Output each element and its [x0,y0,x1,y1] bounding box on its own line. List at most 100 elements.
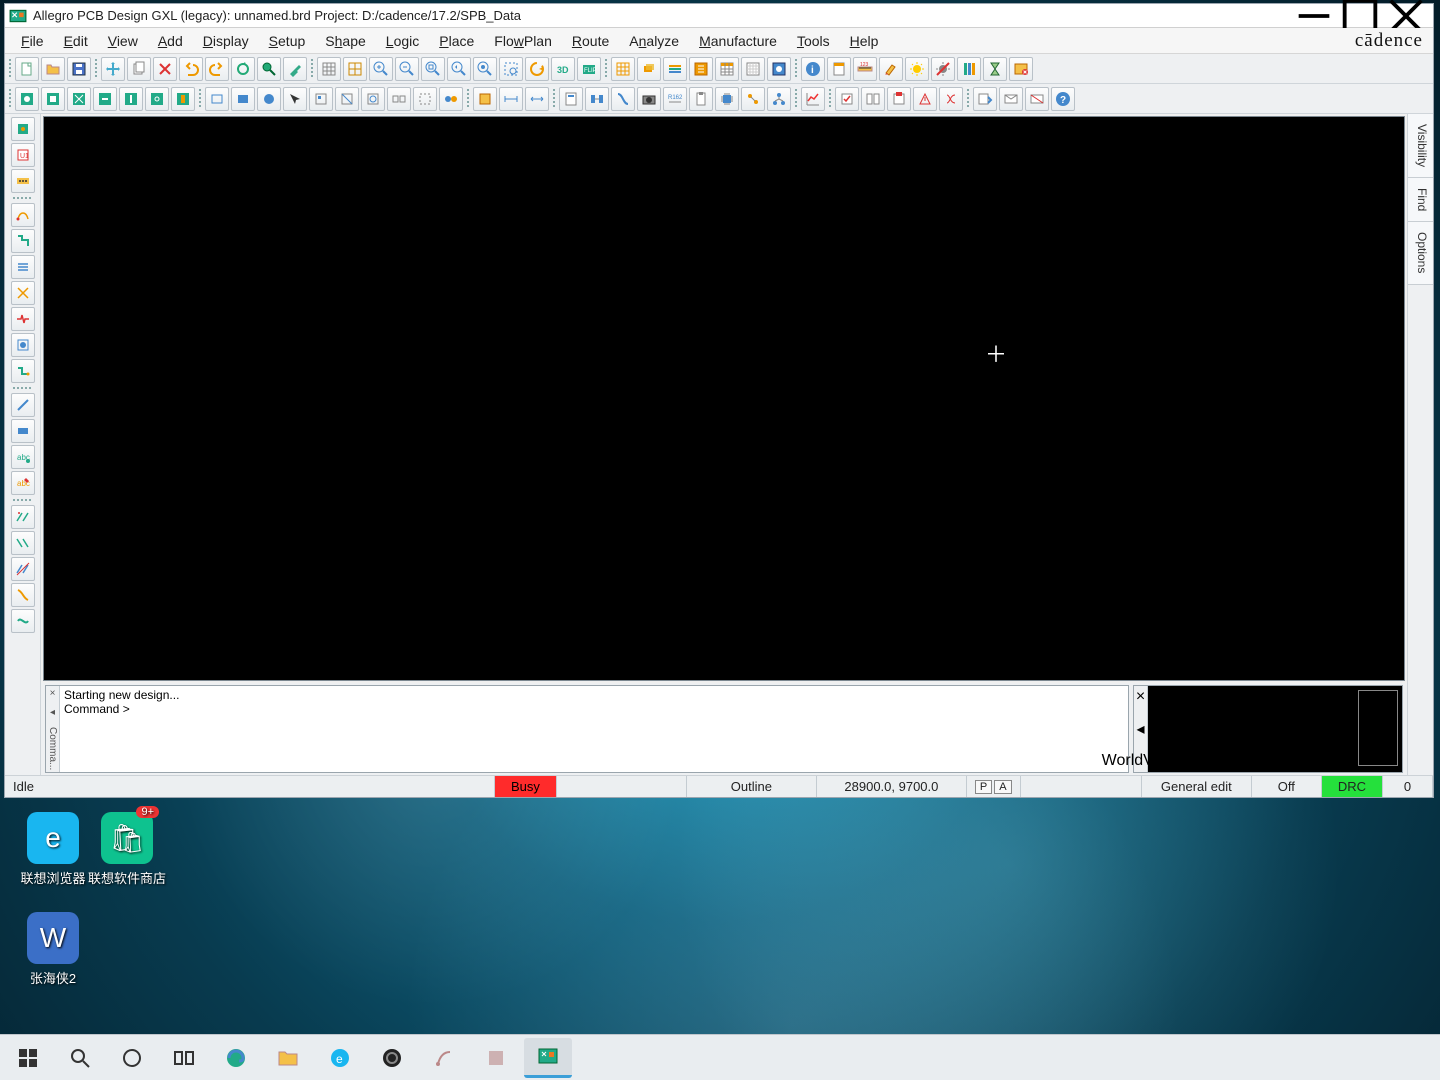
misc2-button[interactable] [472,1038,520,1078]
highlight-off-button[interactable] [931,57,955,81]
info-button[interactable]: i [801,57,825,81]
new-button[interactable] [15,57,39,81]
t2-dim1[interactable] [499,87,523,111]
t2-drc2[interactable] [861,87,885,111]
t2-4[interactable] [93,87,117,111]
t2-5[interactable] [119,87,143,111]
pin-button[interactable] [283,57,307,81]
t2-group5[interactable] [413,87,437,111]
t2-drc3[interactable] [887,87,911,111]
vt-6[interactable] [11,255,35,279]
color-button[interactable] [957,57,981,81]
t2-lib2[interactable] [585,87,609,111]
command-prompt[interactable]: Command > [64,702,1124,716]
desktop-icon-doc[interactable]: W 张海侠2 [8,912,98,987]
measure-button[interactable]: 123 [853,57,877,81]
script-button[interactable] [1009,57,1033,81]
cross-section-button[interactable] [663,57,687,81]
undo-button[interactable] [179,57,203,81]
minimize-button[interactable] [1291,4,1337,28]
vt-8[interactable] [11,307,35,331]
allegro-taskbar-button[interactable] [524,1038,572,1078]
worldview-viewport[interactable] [1358,690,1398,766]
t2-7[interactable] [171,87,195,111]
zoom-out-button[interactable] [395,57,419,81]
time-button[interactable] [983,57,1007,81]
find-button[interactable] [257,57,281,81]
symbol-button[interactable] [767,57,791,81]
t2-lib3[interactable] [611,87,635,111]
save-button[interactable] [67,57,91,81]
vt-1[interactable] [11,117,35,141]
t2-chart[interactable] [801,87,825,111]
menu-tools[interactable]: Tools [787,31,840,51]
padstack-button[interactable] [741,57,765,81]
menu-help[interactable]: Help [840,31,889,51]
status-layer[interactable]: Outline [687,776,817,797]
status-off[interactable]: Off [1252,776,1322,797]
menu-route[interactable]: Route [562,31,619,51]
close-icon[interactable]: × [1136,688,1145,706]
t2-group6[interactable] [439,87,463,111]
close-icon[interactable]: × [50,688,56,699]
t2-net[interactable]: R162 [663,87,687,111]
refresh-button[interactable] [231,57,255,81]
start-button[interactable] [4,1038,52,1078]
menu-edit[interactable]: Edit [54,31,98,51]
status-mode[interactable]: General edit [1142,776,1252,797]
menu-add[interactable]: Add [148,31,193,51]
t2-group4[interactable] [387,87,411,111]
menu-file[interactable]: File [11,31,54,51]
vt-9[interactable] [11,333,35,357]
vt-7[interactable] [11,281,35,305]
windows-taskbar[interactable]: e [0,1034,1440,1080]
t2-place1[interactable] [473,87,497,111]
t2-link[interactable] [741,87,765,111]
t2-export1[interactable] [973,87,997,111]
close-button[interactable] [1383,4,1429,28]
open-button[interactable] [41,57,65,81]
t2-drc5[interactable] [939,87,963,111]
3d-button[interactable]: 3D [551,57,575,81]
menu-analyze[interactable]: Analyze [619,31,689,51]
layer-button[interactable] [637,57,661,81]
t2-2[interactable] [41,87,65,111]
t2-export2[interactable] [999,87,1023,111]
command-body[interactable]: Starting new design... Command > [60,686,1128,772]
collapse-icon[interactable]: ◂ [50,707,55,718]
edge-button[interactable] [212,1038,260,1078]
tab-find[interactable]: Find [1408,178,1433,222]
browser2-button[interactable]: e [316,1038,364,1078]
status-drc[interactable]: DRC [1322,776,1383,797]
vt-route3[interactable] [11,557,35,581]
menu-logic[interactable]: Logic [376,31,429,51]
vt-10[interactable] [11,359,35,383]
menu-shape[interactable]: Shape [315,31,376,51]
copy-button[interactable] [127,57,151,81]
vt-text-edit[interactable]: abc [11,471,35,495]
obs-button[interactable] [368,1038,416,1078]
cortana-button[interactable] [108,1038,156,1078]
delete-button[interactable] [153,57,177,81]
zoom-window-button[interactable] [473,57,497,81]
tab-options[interactable]: Options [1408,222,1433,284]
menu-setup[interactable]: Setup [259,31,316,51]
vt-route5[interactable] [11,609,35,633]
menu-display[interactable]: Display [193,31,259,51]
t2-rect[interactable] [205,87,229,111]
worldview-gutter[interactable]: × ◂ WorldVie... [1134,686,1148,772]
zoom-prev-button[interactable] [447,57,471,81]
grid-button[interactable] [317,57,341,81]
search-button[interactable] [56,1038,104,1078]
status-pa[interactable]: PA [967,776,1021,797]
menu-place[interactable]: Place [429,31,484,51]
vt-route4[interactable] [11,583,35,607]
t2-group1[interactable] [309,87,333,111]
taskview-button[interactable] [160,1038,208,1078]
move-button[interactable] [101,57,125,81]
report-button[interactable] [827,57,851,81]
maximize-button[interactable] [1337,4,1383,28]
t2-lib1[interactable] [559,87,583,111]
vt-text[interactable]: abc [11,445,35,469]
explorer-button[interactable] [264,1038,312,1078]
